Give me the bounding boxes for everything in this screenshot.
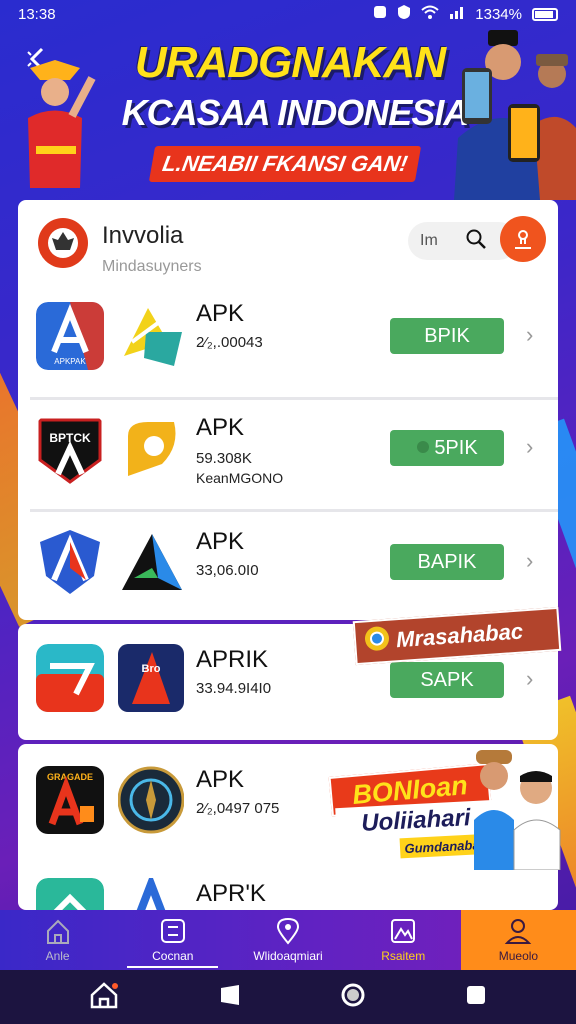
store-emblem-icon xyxy=(48,228,78,258)
recents-icon[interactable] xyxy=(465,984,487,1011)
banner-headline: URADGNAKAN xyxy=(134,38,446,87)
system-nav-bar xyxy=(0,970,576,1024)
app-title: APK xyxy=(196,300,245,327)
tab-label: Anle xyxy=(45,949,70,963)
chrome-icon xyxy=(363,625,391,659)
signal-icon xyxy=(449,5,465,23)
android-icon xyxy=(416,437,430,460)
app-developer: KeanMGONO xyxy=(196,470,284,486)
app-icon xyxy=(36,878,104,910)
home-circle-icon[interactable] xyxy=(340,982,366,1013)
app-icon-alt: Bro xyxy=(118,644,184,712)
banner-ribbon: L.NEABII FKANSI GAN! xyxy=(148,146,422,182)
app-title: APR'K xyxy=(196,880,266,907)
app-title: APK xyxy=(196,766,245,793)
install-button-label: BAPIK xyxy=(417,550,477,573)
tab-category[interactable]: Cocnan xyxy=(115,910,230,970)
tab-label: Wlidoaqmiari xyxy=(253,949,323,963)
tab-gallery[interactable]: Rsaitem xyxy=(346,910,461,970)
app-icon-alt xyxy=(122,534,182,590)
list-item[interactable]: APKPAK APK 2⁄₂,.00043 BPIK › xyxy=(18,288,558,400)
install-button-label: 5PIK xyxy=(434,436,478,459)
list-item[interactable]: BPTCK APK 59.308K KeanMGONO 5PIK › xyxy=(18,400,558,512)
install-button[interactable]: SAPK xyxy=(390,662,504,698)
grid-icon xyxy=(160,919,185,943)
wifi-icon xyxy=(421,5,439,23)
tab-label: Cocnan xyxy=(152,949,194,963)
install-button[interactable]: 5PIK xyxy=(390,430,504,466)
app-icon-label: Bro xyxy=(142,663,161,675)
banner-ribbon-text: L.NEABII FKANSI GAN! xyxy=(160,151,410,176)
compass-app-icon xyxy=(118,766,184,834)
app-icon-alt xyxy=(124,308,182,366)
men-with-phones-illustration xyxy=(454,30,576,200)
tab-label: Mueolo xyxy=(498,949,539,963)
back-nav-icon[interactable] xyxy=(218,983,242,1012)
app-icon-label: GRAGADE xyxy=(47,772,93,782)
list-item[interactable]: APK 33,06.0I0 BAPIK › xyxy=(18,512,558,624)
install-button-label: BPIK xyxy=(424,324,470,347)
app-size: 33.94.9I4I0 xyxy=(196,680,272,697)
chevron-right-icon[interactable]: › xyxy=(526,434,533,460)
dancer-illustration xyxy=(28,60,96,188)
home-icon xyxy=(46,919,69,944)
tab-label: Rsaitem xyxy=(381,949,426,963)
image-icon xyxy=(391,919,416,943)
app-icon: GRAGADE xyxy=(36,766,104,834)
location-pin-icon xyxy=(276,917,300,945)
app-size: 2⁄₂,.00043 xyxy=(196,334,263,351)
shield-icon xyxy=(397,4,411,24)
app-icon-label: APKPAK xyxy=(54,357,86,366)
tab-home[interactable]: Anle xyxy=(0,910,115,970)
install-button[interactable]: BPIK xyxy=(390,318,504,354)
chevron-right-icon[interactable]: › xyxy=(526,322,533,348)
person-icon xyxy=(505,919,532,944)
tab-profile[interactable]: Mueolo xyxy=(460,910,576,970)
app-title: APK xyxy=(196,528,245,555)
store-subtitle: Mindasuyners xyxy=(102,258,202,275)
notification-icon xyxy=(373,5,387,23)
app-icon: BPTCK xyxy=(38,418,102,484)
battery-percent: 1334% xyxy=(475,5,522,23)
app-icon xyxy=(36,644,104,712)
app-title: APK xyxy=(196,414,245,441)
bottom-tab-bar: Anle Cocnan Wlidoaqmiari Rsaitem Mueolo xyxy=(0,910,576,970)
search-icon[interactable] xyxy=(466,229,486,254)
store-logo xyxy=(38,218,88,268)
app-size: 59.308K xyxy=(196,450,252,467)
install-button-label: SAPK xyxy=(420,668,474,691)
search-input[interactable] xyxy=(420,232,450,250)
kids-illustration xyxy=(474,750,561,870)
app-title: APRIK xyxy=(196,646,269,673)
tab-location[interactable]: Wlidoaqmiari xyxy=(230,910,345,970)
promo-banner[interactable]: URADGNAKAN KCASAA INDONESIA L.NEABII FKA… xyxy=(0,28,576,200)
app-size: 33,06.0I0 xyxy=(196,562,259,579)
app-icon-alt xyxy=(136,878,166,910)
store-header: Invvolia Mindasuyners xyxy=(18,200,558,288)
home-nav-icon[interactable] xyxy=(89,981,119,1014)
status-time: 13:38 xyxy=(18,5,56,23)
app-icon-alt xyxy=(128,422,176,476)
chevron-right-icon[interactable]: › xyxy=(526,548,533,574)
promo-badge-text: Mrasahabac xyxy=(395,618,524,653)
battery-icon xyxy=(532,7,558,21)
profile-button[interactable] xyxy=(500,216,546,262)
app-icon: APKPAK xyxy=(36,302,104,370)
install-button[interactable]: BAPIK xyxy=(390,544,504,580)
store-name: Invvolia xyxy=(102,222,184,249)
status-bar: 13:38 1334% xyxy=(0,0,576,28)
banner-subheadline: KCASAA INDONESIA xyxy=(121,92,470,133)
chevron-right-icon[interactable]: › xyxy=(526,666,533,692)
app-icon xyxy=(40,530,100,594)
app-size: 2⁄₂,0497 075 xyxy=(196,800,280,817)
user-icon xyxy=(515,230,531,249)
